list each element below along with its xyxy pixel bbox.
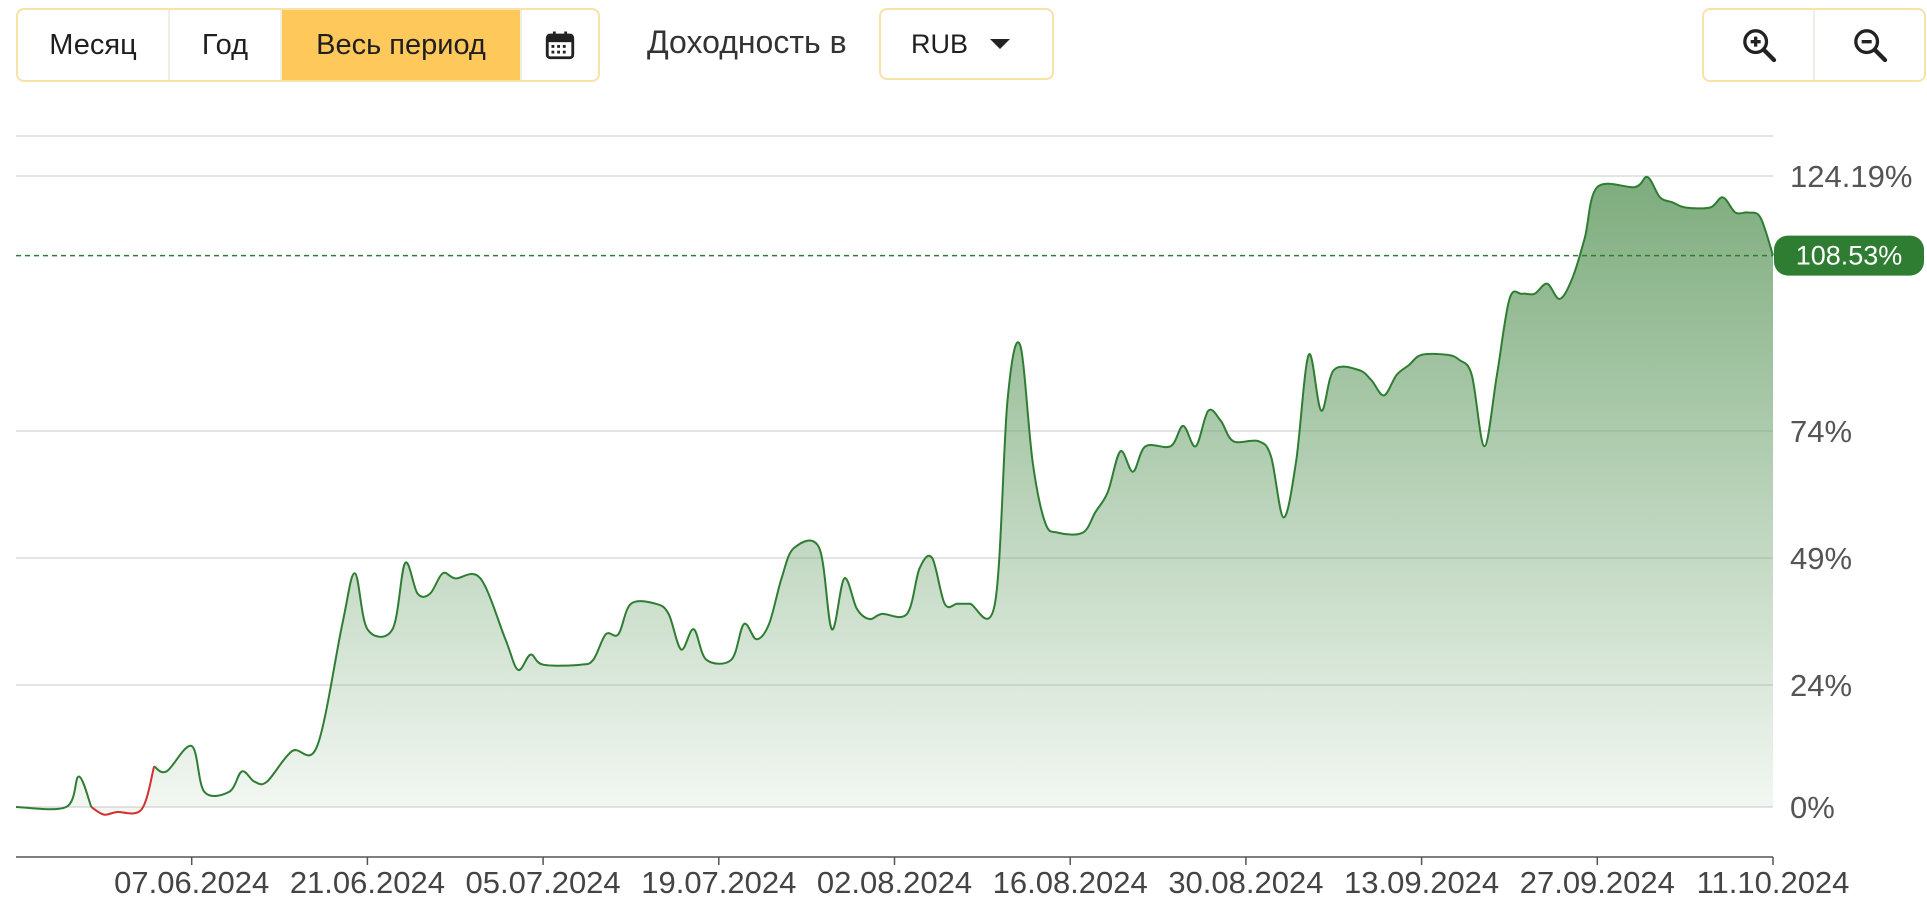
x-tick-label: 11.10.2024 bbox=[1697, 865, 1850, 900]
area-fill bbox=[16, 176, 1773, 815]
period-year-button[interactable]: Год bbox=[170, 10, 282, 80]
x-tick-label: 16.08.2024 bbox=[993, 865, 1148, 900]
y-tick-label: 74% bbox=[1790, 414, 1852, 449]
period-month-button[interactable]: Месяц bbox=[18, 10, 170, 80]
y-tick-label: 0% bbox=[1790, 790, 1835, 825]
period-all-button[interactable]: Весь период bbox=[282, 10, 522, 80]
x-tick-label: 21.06.2024 bbox=[290, 865, 445, 900]
current-value-badge: 108.53% bbox=[1774, 235, 1924, 276]
returns-chart: 0% 24% 49% 74% 124.19% 07.06.2024 21.06.2024 0… bbox=[15, 135, 1924, 900]
y-tick-label: 49% bbox=[1790, 541, 1852, 576]
currency-label: Доходность в bbox=[647, 24, 847, 60]
x-tick-label: 19.07.2024 bbox=[641, 865, 796, 900]
calendar-button[interactable] bbox=[522, 10, 598, 80]
x-tick-label: 07.06.2024 bbox=[114, 865, 269, 900]
x-tick-label: 30.08.2024 bbox=[1168, 865, 1323, 900]
currency-select[interactable]: RUB bbox=[879, 8, 1054, 80]
current-value-label: 108.53% bbox=[1796, 241, 1903, 271]
calendar-icon bbox=[545, 31, 575, 60]
zoom-controls bbox=[1702, 8, 1926, 82]
x-tick-label: 05.07.2024 bbox=[466, 865, 621, 900]
zoom-out-button[interactable] bbox=[1815, 10, 1924, 80]
y-tick-label: 124.19% bbox=[1790, 159, 1912, 194]
zoom-out-icon bbox=[1853, 29, 1887, 63]
x-tick-label: 13.09.2024 bbox=[1344, 865, 1499, 900]
y-tick-label: 24% bbox=[1790, 668, 1852, 703]
x-tick-label: 27.09.2024 bbox=[1520, 865, 1675, 900]
zoom-in-button[interactable] bbox=[1704, 10, 1815, 80]
zoom-in-icon bbox=[1742, 29, 1776, 63]
period-selector: Месяц Год Весь период bbox=[16, 8, 600, 82]
currency-value: RUB bbox=[911, 28, 969, 59]
chevron-down-icon bbox=[990, 39, 1011, 49]
x-tick-label: 02.08.2024 bbox=[817, 865, 972, 900]
